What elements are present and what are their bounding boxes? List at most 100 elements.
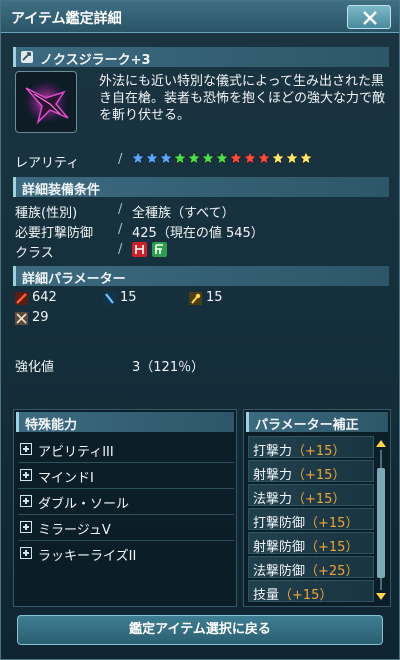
item-description: 外法にも近い特別な儀式によって生み出された黒き自在槍。装者も恐怖を抱くほどの強大… — [99, 74, 386, 123]
requirements-header: 詳細装備条件 — [13, 177, 389, 198]
tech-attack-value: 15 — [206, 290, 223, 305]
expand-plus-icon[interactable] — [20, 443, 32, 455]
param-bonus-item: 法撃防御（+25） — [248, 556, 374, 579]
bonus-value: （+15） — [305, 516, 359, 531]
bonus-name: 射撃力 — [253, 468, 293, 483]
rarity-star-icon — [299, 151, 313, 165]
return-button-label: 鑑定アイテム選択に戻る — [129, 622, 271, 637]
ability-name: アビリティIII — [38, 445, 114, 460]
divider — [18, 514, 234, 515]
param-bonus-header: パラメーター補正 — [246, 412, 388, 433]
special-abilities-panel: 特殊能力 アビリティIII マインドI ダブル・ソール ミラージュV ラッキーラ… — [13, 409, 237, 607]
param-bonus-item: 技量（+15） — [248, 580, 374, 603]
shot-attack-icon — [103, 292, 116, 305]
param-bonus-panel: パラメーター補正 打撃力（+15） 射撃力（+15） 法撃力（+15） 打撃防御… — [243, 409, 391, 607]
params-header: 詳細パラメーター — [13, 266, 389, 287]
item-appraisal-window: アイテム鑑定詳細 ノクスジラーク+3 外法にも近い特別な儀式によって生み出された… — [0, 0, 400, 660]
ability-item[interactable]: アビリティIII — [18, 440, 234, 460]
defense-separator: / — [118, 222, 123, 237]
weapon-tag-icon — [21, 51, 33, 63]
param-bonus-scrollbar[interactable] — [376, 438, 386, 602]
rarity-star-icon — [271, 151, 285, 165]
close-icon — [363, 11, 377, 25]
title-bar: アイテム鑑定詳細 — [1, 1, 399, 33]
shot-attack-value: 15 — [120, 290, 137, 305]
class-label: クラス — [15, 246, 54, 261]
special-abilities-header: 特殊能力 — [16, 412, 234, 433]
return-to-selection-button[interactable]: 鑑定アイテム選択に戻る — [17, 615, 383, 645]
param-bonus-item: 法撃力（+15） — [248, 484, 374, 507]
ability-name: ダブル・ソール — [38, 497, 130, 512]
rarity-star-icon — [131, 151, 145, 165]
rarity-star-icon — [145, 151, 159, 165]
defense-label: 必要打撃防御 — [15, 226, 94, 241]
grind-value: 3（121％） — [132, 360, 205, 375]
partisan-weapon-icon — [24, 80, 69, 125]
bonus-value: （+15） — [292, 492, 346, 507]
expand-plus-icon[interactable] — [20, 547, 32, 559]
grind-label: 強化値 — [15, 360, 55, 375]
bonus-value: （+15） — [305, 540, 359, 555]
rarity-star-icon — [285, 151, 299, 165]
bonus-name: 打撃力 — [253, 444, 293, 459]
fighter-class-icon — [152, 242, 167, 257]
rarity-star-icon — [243, 151, 257, 165]
param-bonus-title: パラメーター補正 — [255, 418, 359, 433]
rarity-star-icon — [257, 151, 271, 165]
bonus-value: （+15） — [292, 468, 346, 483]
rarity-star-icon — [187, 151, 201, 165]
strike-attack-icon — [15, 292, 28, 305]
ability-name: マインドI — [38, 471, 94, 486]
race-separator: / — [118, 202, 123, 217]
scroll-down-arrow-icon[interactable] — [376, 593, 386, 600]
divider — [18, 462, 234, 463]
bonus-value: （+15） — [279, 588, 333, 603]
bonus-value: （+25） — [305, 564, 359, 579]
bonus-name: 法撃力 — [253, 492, 293, 507]
race-label: 種族(性別) — [15, 206, 78, 221]
ability-name: ラッキーライズII — [38, 549, 137, 564]
strike-attack-value: 642 — [32, 290, 57, 305]
expand-plus-icon[interactable] — [20, 521, 32, 533]
element-icon — [15, 312, 28, 325]
rarity-label: レアリティ — [15, 156, 80, 171]
special-abilities-title: 特殊能力 — [25, 418, 78, 433]
scroll-thumb[interactable] — [377, 468, 385, 578]
requirements-title: 詳細装備条件 — [22, 183, 101, 198]
params-title: 詳細パラメーター — [22, 272, 126, 287]
expand-plus-icon[interactable] — [20, 495, 32, 507]
scroll-up-arrow-icon[interactable] — [376, 440, 386, 447]
ability-item[interactable]: マインドI — [18, 466, 234, 486]
expand-plus-icon[interactable] — [20, 469, 32, 481]
rarity-star-icon — [159, 151, 173, 165]
item-name-header: ノクスジラーク+3 — [13, 47, 389, 68]
class-separator: / — [118, 242, 123, 257]
defense-value: 425（現在の値 545） — [132, 226, 264, 241]
element-value: 29 — [32, 310, 49, 325]
close-button[interactable] — [347, 5, 391, 29]
bonus-name: 打撃防御 — [253, 516, 306, 531]
race-value: 全種族（すべて） — [132, 206, 235, 221]
bonus-name: 技量 — [253, 588, 280, 603]
rarity-star-icon — [173, 151, 187, 165]
rarity-star-icon — [215, 151, 229, 165]
divider — [18, 488, 234, 489]
bonus-name: 法撃防御 — [253, 564, 306, 579]
param-bonus-item: 打撃防御（+15） — [248, 508, 374, 531]
hunter-class-icon — [132, 242, 147, 257]
rarity-separator: / — [118, 152, 123, 167]
rarity-star-icon — [229, 151, 243, 165]
window-title: アイテム鑑定詳細 — [11, 11, 122, 27]
tech-attack-icon — [189, 292, 202, 305]
param-bonus-item: 射撃力（+15） — [248, 460, 374, 483]
item-name: ノクスジラーク+3 — [40, 53, 151, 68]
bonus-name: 射撃防御 — [253, 540, 306, 555]
ability-item[interactable]: ミラージュV — [18, 518, 234, 538]
rarity-star-icon — [201, 151, 215, 165]
ability-name: ミラージュV — [38, 523, 111, 538]
ability-item[interactable]: ダブル・ソール — [18, 492, 234, 512]
ability-item[interactable]: ラッキーライズII — [18, 544, 234, 564]
divider — [18, 540, 234, 541]
param-bonus-item: 射撃防御（+15） — [248, 532, 374, 555]
item-thumbnail — [15, 71, 77, 133]
